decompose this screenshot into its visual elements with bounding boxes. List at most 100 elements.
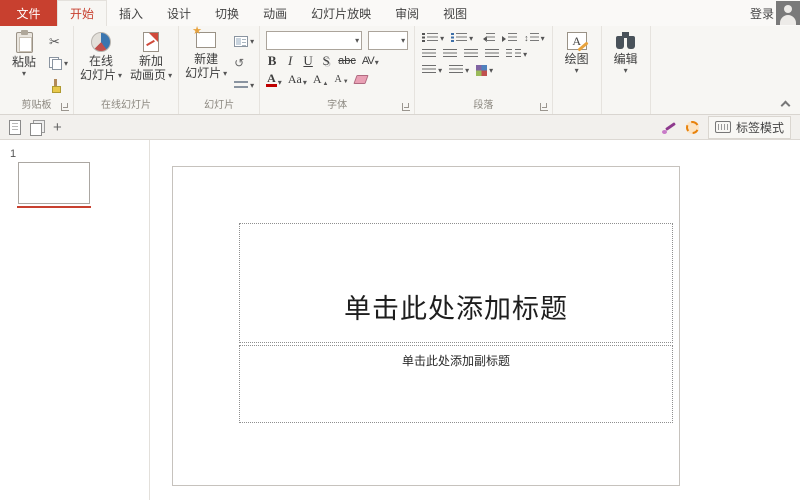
clipboard-group-label: 剪贴板: [22, 100, 52, 111]
slide-thumbnail[interactable]: [18, 162, 90, 204]
convert-smartart-button[interactable]: ▾: [476, 65, 493, 76]
new-slide-icon: [196, 32, 216, 48]
section-icon: [234, 81, 248, 91]
ribbon-group-drawing: A 绘图 ▾: [553, 26, 602, 114]
italic-button[interactable]: I: [284, 53, 296, 69]
layout-icon: [234, 36, 248, 47]
tab-design[interactable]: 设计: [155, 0, 203, 26]
copy-icon: [49, 57, 62, 70]
text-direction-button[interactable]: ▾: [422, 65, 442, 76]
decrease-indent-icon: [480, 33, 495, 44]
add-slide-button[interactable]: +: [53, 120, 62, 135]
align-left-button[interactable]: [422, 49, 436, 60]
reset-icon: ↺: [234, 57, 244, 69]
dropdown-caret-icon: ▾: [223, 69, 227, 78]
dropdown-caret-icon: ▾: [250, 81, 254, 90]
gear-icon[interactable]: [686, 121, 699, 134]
tag-mode-button[interactable]: 标签模式: [708, 116, 791, 139]
new-animation-page-button[interactable]: 新加 动画页 ▾: [126, 28, 176, 99]
strikethrough-button[interactable]: abc: [338, 55, 356, 67]
scissors-icon: ✂: [49, 35, 60, 48]
bullets-icon: [422, 33, 438, 44]
online-slides-button[interactable]: 在线 幻灯片 ▾: [76, 28, 126, 99]
copy-button[interactable]: ▾: [47, 55, 70, 72]
cut-button[interactable]: ✂: [47, 33, 70, 50]
increase-indent-button[interactable]: [502, 33, 517, 44]
outline-view-icon[interactable]: [9, 120, 21, 135]
title-placeholder[interactable]: 单击此处添加标题: [239, 223, 673, 343]
brush-icon[interactable]: [662, 120, 677, 135]
clipboard-dialog-launcher[interactable]: [61, 103, 69, 111]
tab-transitions[interactable]: 切换: [203, 0, 251, 26]
align-right-icon: [464, 49, 478, 60]
ribbon-group-paragraph: ▾ ▾ ↕ ▾: [415, 26, 553, 114]
ribbon-group-clipboard: 粘贴 ▾ ✂ ▾ 剪贴板: [0, 26, 74, 114]
slide-stack-icon[interactable]: [30, 120, 44, 135]
paragraph-dialog-launcher[interactable]: [540, 103, 548, 111]
columns-button[interactable]: ▾: [506, 49, 527, 60]
reset-slide-button[interactable]: ↺: [232, 55, 256, 72]
collapse-ribbon-button[interactable]: [780, 99, 790, 109]
slide-number: 1: [10, 148, 149, 160]
tab-slideshow[interactable]: 幻灯片放映: [299, 0, 383, 26]
text-direction-icon: [422, 65, 436, 76]
tag-mode-label: 标签模式: [736, 119, 784, 136]
numbering-button[interactable]: ▾: [451, 33, 473, 44]
bullets-button[interactable]: ▾: [422, 33, 444, 44]
dropdown-caret-icon: ▾: [278, 78, 282, 87]
dropdown-caret-icon: ▾: [118, 71, 122, 80]
align-text-button[interactable]: ▾: [449, 65, 469, 76]
tab-review[interactable]: 审阅: [383, 0, 431, 26]
login-link[interactable]: 登录: [750, 0, 776, 26]
editing-button[interactable]: 编辑 ▾: [604, 28, 648, 99]
drawing-button[interactable]: A 绘图 ▾: [555, 28, 599, 99]
justify-icon: [485, 49, 499, 60]
underline-button[interactable]: U: [302, 53, 314, 69]
animation-page-icon: [143, 32, 159, 52]
smartart-icon: [476, 65, 487, 76]
font-size-combo[interactable]: ▾: [368, 31, 408, 50]
subtitle-placeholder[interactable]: 单击此处添加副标题: [239, 345, 673, 423]
numbering-icon: [451, 33, 467, 44]
tag-mode-icon: [715, 121, 731, 133]
text-shadow-button[interactable]: S: [320, 53, 332, 69]
line-spacing-button[interactable]: ↕ ▾: [524, 33, 545, 44]
format-painter-icon: [49, 79, 62, 92]
grow-font-button[interactable]: A ▲: [313, 72, 329, 87]
columns-icon: [506, 49, 521, 60]
increase-indent-icon: [502, 33, 517, 44]
align-right-button[interactable]: [464, 49, 478, 60]
paste-label: 粘贴: [12, 55, 36, 69]
decrease-indent-button[interactable]: [480, 33, 495, 44]
font-name-combo[interactable]: ▾: [266, 31, 362, 50]
tab-animations[interactable]: 动画: [251, 0, 299, 26]
font-dialog-launcher[interactable]: [402, 103, 410, 111]
workspace: 1 单击此处添加标题 单击此处添加副标题: [0, 140, 800, 500]
eraser-icon: [353, 75, 368, 84]
slide[interactable]: 单击此处添加标题 单击此处添加副标题: [172, 166, 680, 486]
font-size-input[interactable]: [369, 32, 399, 49]
dropdown-caret-icon: ▾: [303, 78, 307, 87]
character-spacing-button[interactable]: AV ▾: [362, 55, 379, 67]
align-center-button[interactable]: [443, 49, 457, 60]
dropdown-caret-icon: ▾: [523, 50, 527, 59]
new-slide-button[interactable]: 新建 幻灯片 ▾: [181, 28, 231, 99]
slide-layout-button[interactable]: ▾: [232, 33, 256, 50]
section-button[interactable]: ▾: [232, 77, 256, 94]
user-avatar[interactable]: [776, 1, 800, 25]
format-painter-button[interactable]: [47, 77, 70, 94]
font-name-input[interactable]: [267, 32, 353, 49]
paragraph-group-label: 段落: [473, 100, 493, 111]
tab-home[interactable]: 开始: [57, 0, 107, 26]
file-menu-button[interactable]: 文件: [0, 0, 57, 26]
clear-formatting-button[interactable]: [355, 75, 367, 84]
font-color-button[interactable]: A ▾: [266, 72, 282, 87]
paste-button[interactable]: 粘贴 ▾: [2, 28, 46, 99]
tab-insert[interactable]: 插入: [107, 0, 155, 26]
tab-view[interactable]: 视图: [431, 0, 479, 26]
change-case-button[interactable]: Aa ▾: [288, 72, 307, 87]
justify-button[interactable]: [485, 49, 499, 60]
bold-button[interactable]: B: [266, 53, 278, 69]
align-left-icon: [422, 49, 436, 60]
shrink-font-button[interactable]: A ▼: [334, 74, 348, 85]
